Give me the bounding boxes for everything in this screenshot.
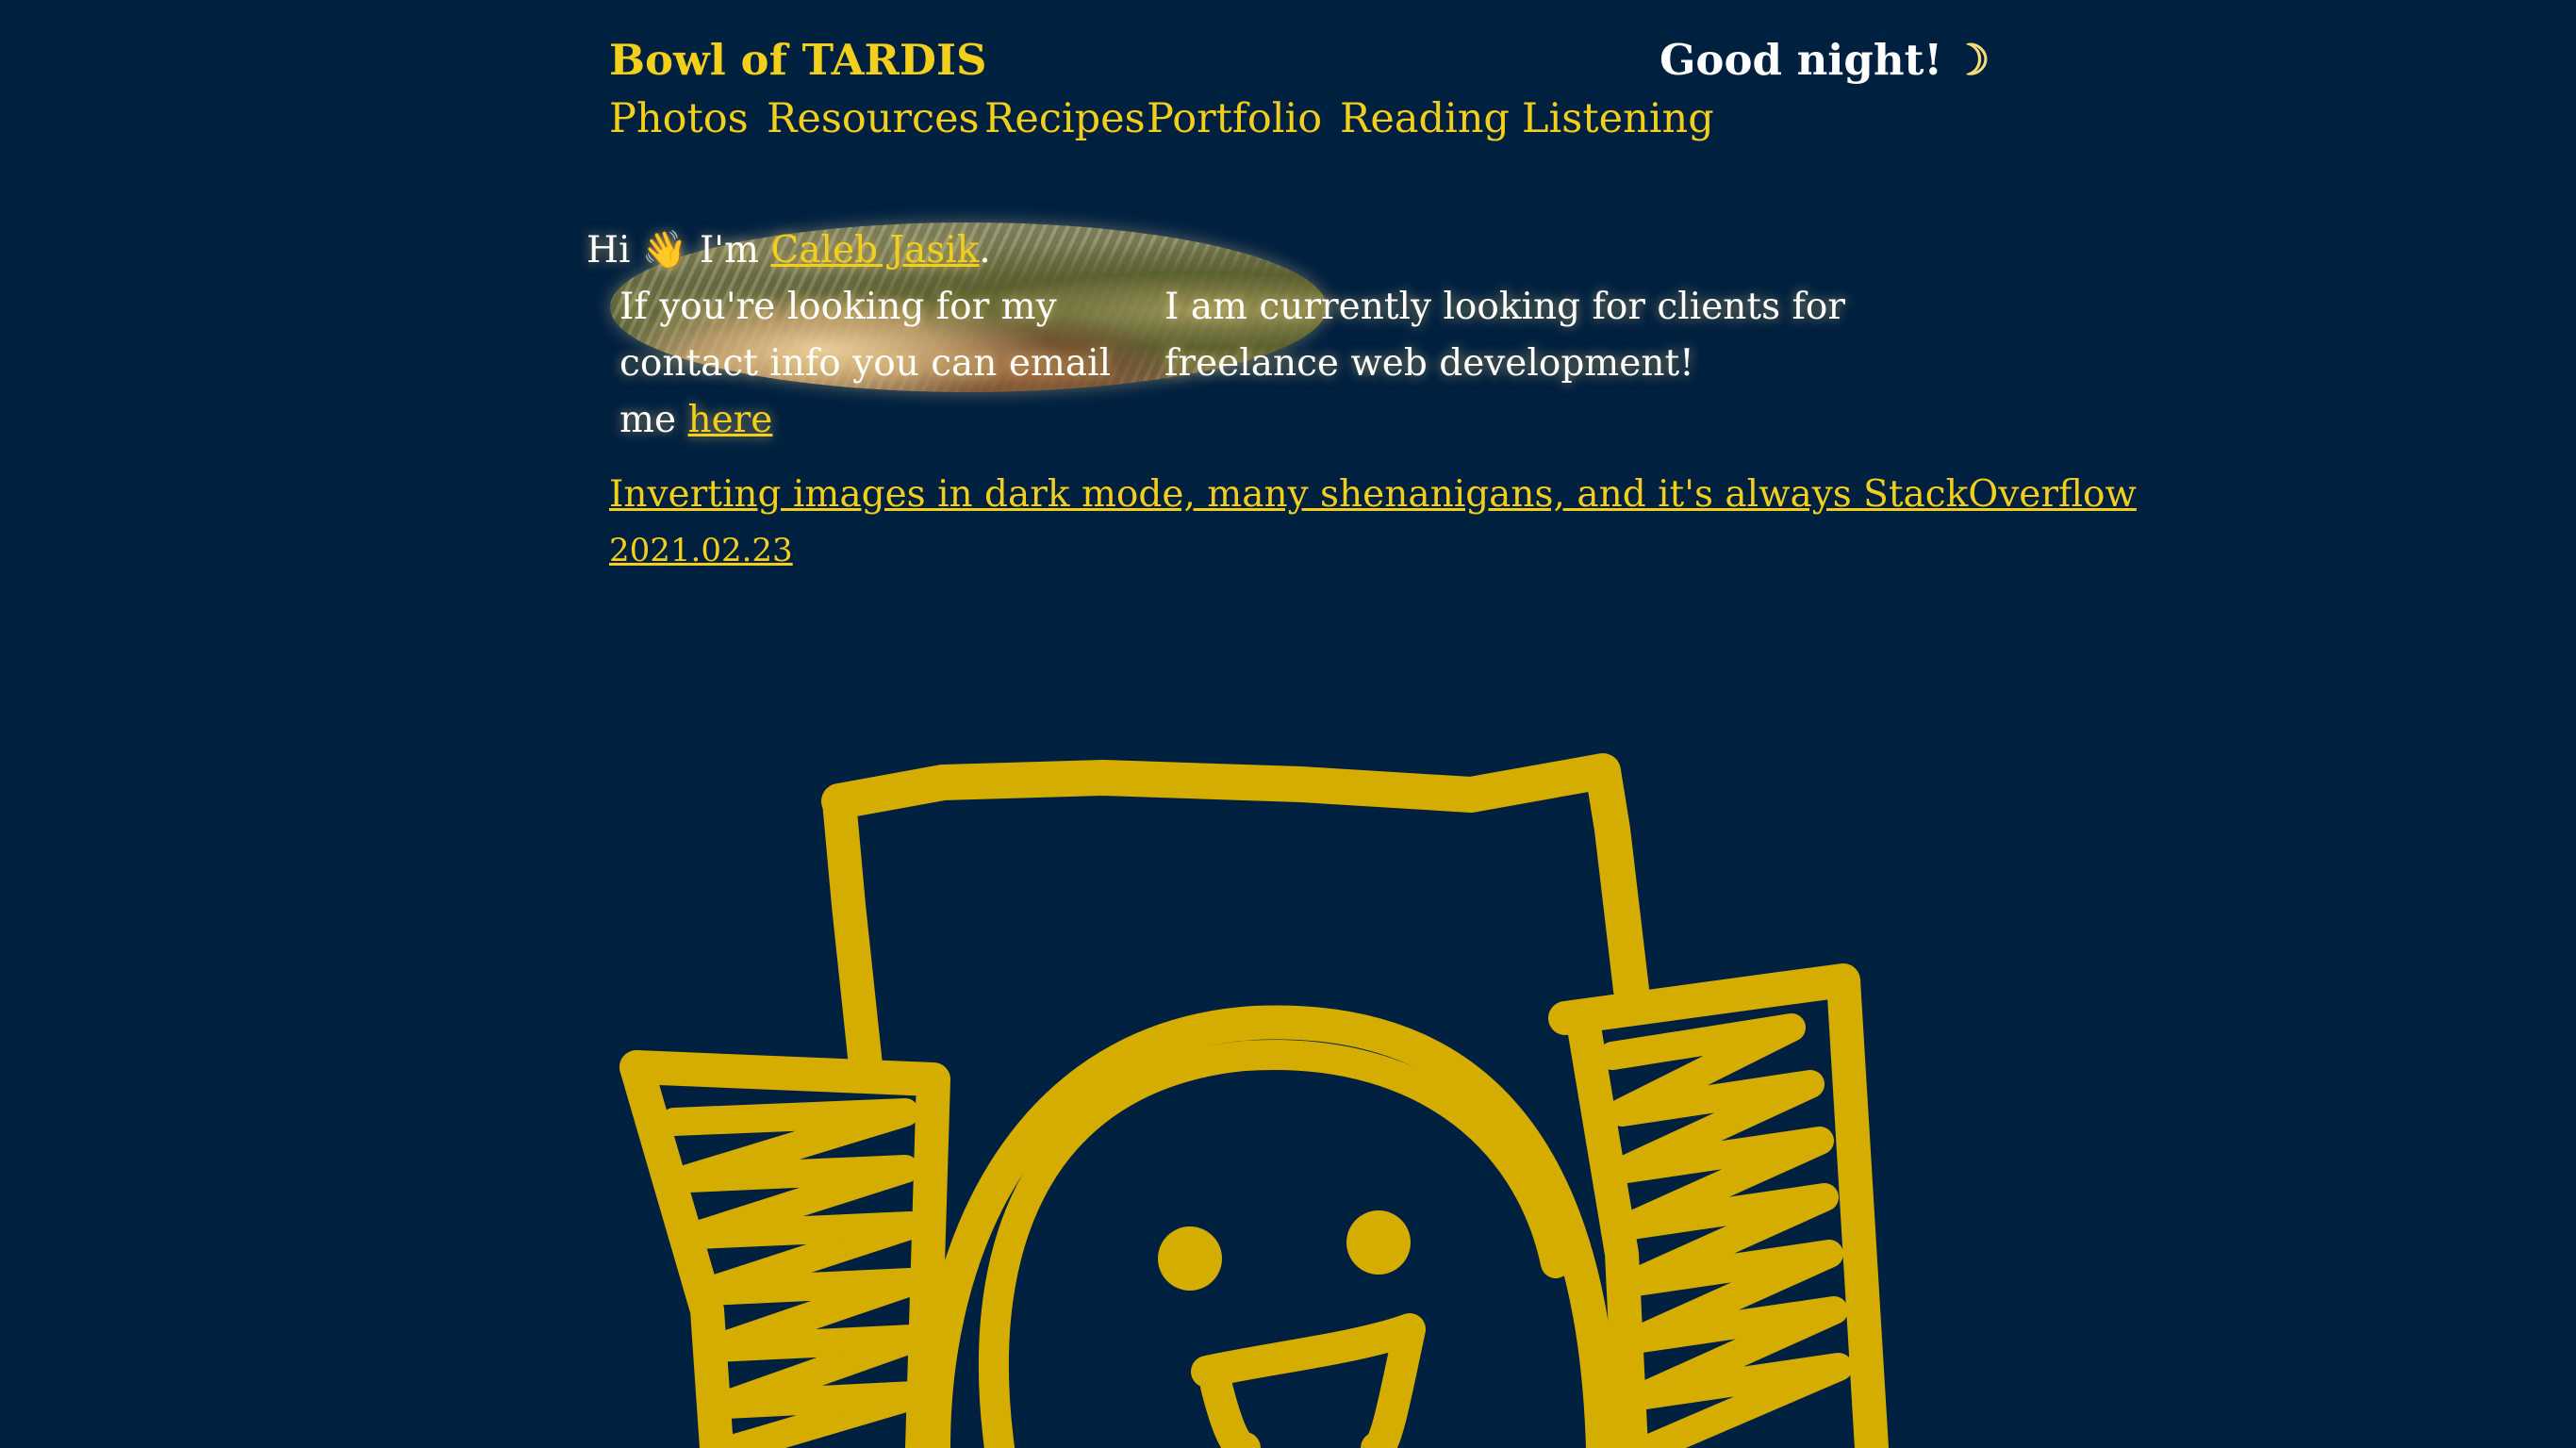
robot-right-eye (1346, 1210, 1411, 1275)
robot-left-eye (1158, 1226, 1222, 1291)
post-title-link[interactable]: Inverting images in dark mode, many shen… (609, 467, 2137, 523)
nav-item-recipes[interactable]: Recipes (984, 90, 1146, 147)
robot-right-ear-outline (1548, 963, 1889, 1448)
robot-head-outer (916, 1005, 1620, 1448)
intro-hi: Hi (586, 229, 631, 272)
nav-item-portfolio[interactable]: Portfolio (1147, 90, 1322, 147)
nav-item-reading[interactable]: Reading (1340, 90, 1510, 147)
nav-item-photos[interactable]: Photos (609, 90, 749, 147)
robot-smile (1191, 1313, 1426, 1448)
intro-im: I'm (699, 229, 759, 272)
robot-head-inner (979, 1040, 1571, 1448)
greeting: Good night! ☽ (1660, 32, 1990, 89)
robot-left-ear-outline (619, 1050, 950, 1448)
freelance-notice: I am currently looking for clients for f… (1164, 286, 1846, 385)
smiling-robot-doodle (619, 753, 1889, 1448)
main-nav: Photos Resources Recipes Portfolio Readi… (609, 90, 1797, 147)
robot-right-ear-edge (1567, 1011, 1648, 1448)
robot-antenna-frame (821, 753, 1649, 1008)
intro-period: . (979, 229, 991, 272)
waving-hand-icon: 👋 (641, 229, 688, 272)
contact-info: If you're looking for my contact info yo… (619, 279, 1148, 449)
nav-item-listening[interactable]: Listening (1522, 90, 1714, 147)
robot-left-ear-scribble (660, 1098, 929, 1448)
greeting-text: Good night! (1660, 35, 1943, 85)
site-title-link[interactable]: Bowl of TARDIS (609, 32, 987, 89)
nav-item-resources[interactable]: Resources (767, 90, 980, 147)
intro-greeting: Hi 👋 I'm Caleb Jasik. (586, 222, 991, 279)
post-date-link[interactable]: 2021.02.23 (609, 524, 793, 577)
robot-antenna-left (822, 784, 883, 1082)
page: Bowl of TARDIS Good night! ☽ Photos Resou… (0, 0, 2576, 1448)
moon-icon: ☽ (1952, 35, 1990, 85)
email-link[interactable]: here (687, 399, 772, 441)
robot-left-ear-edge (619, 1050, 734, 1448)
author-name-link[interactable]: Caleb Jasik (770, 229, 979, 272)
robot-right-ear-scribble (1598, 1013, 1853, 1448)
